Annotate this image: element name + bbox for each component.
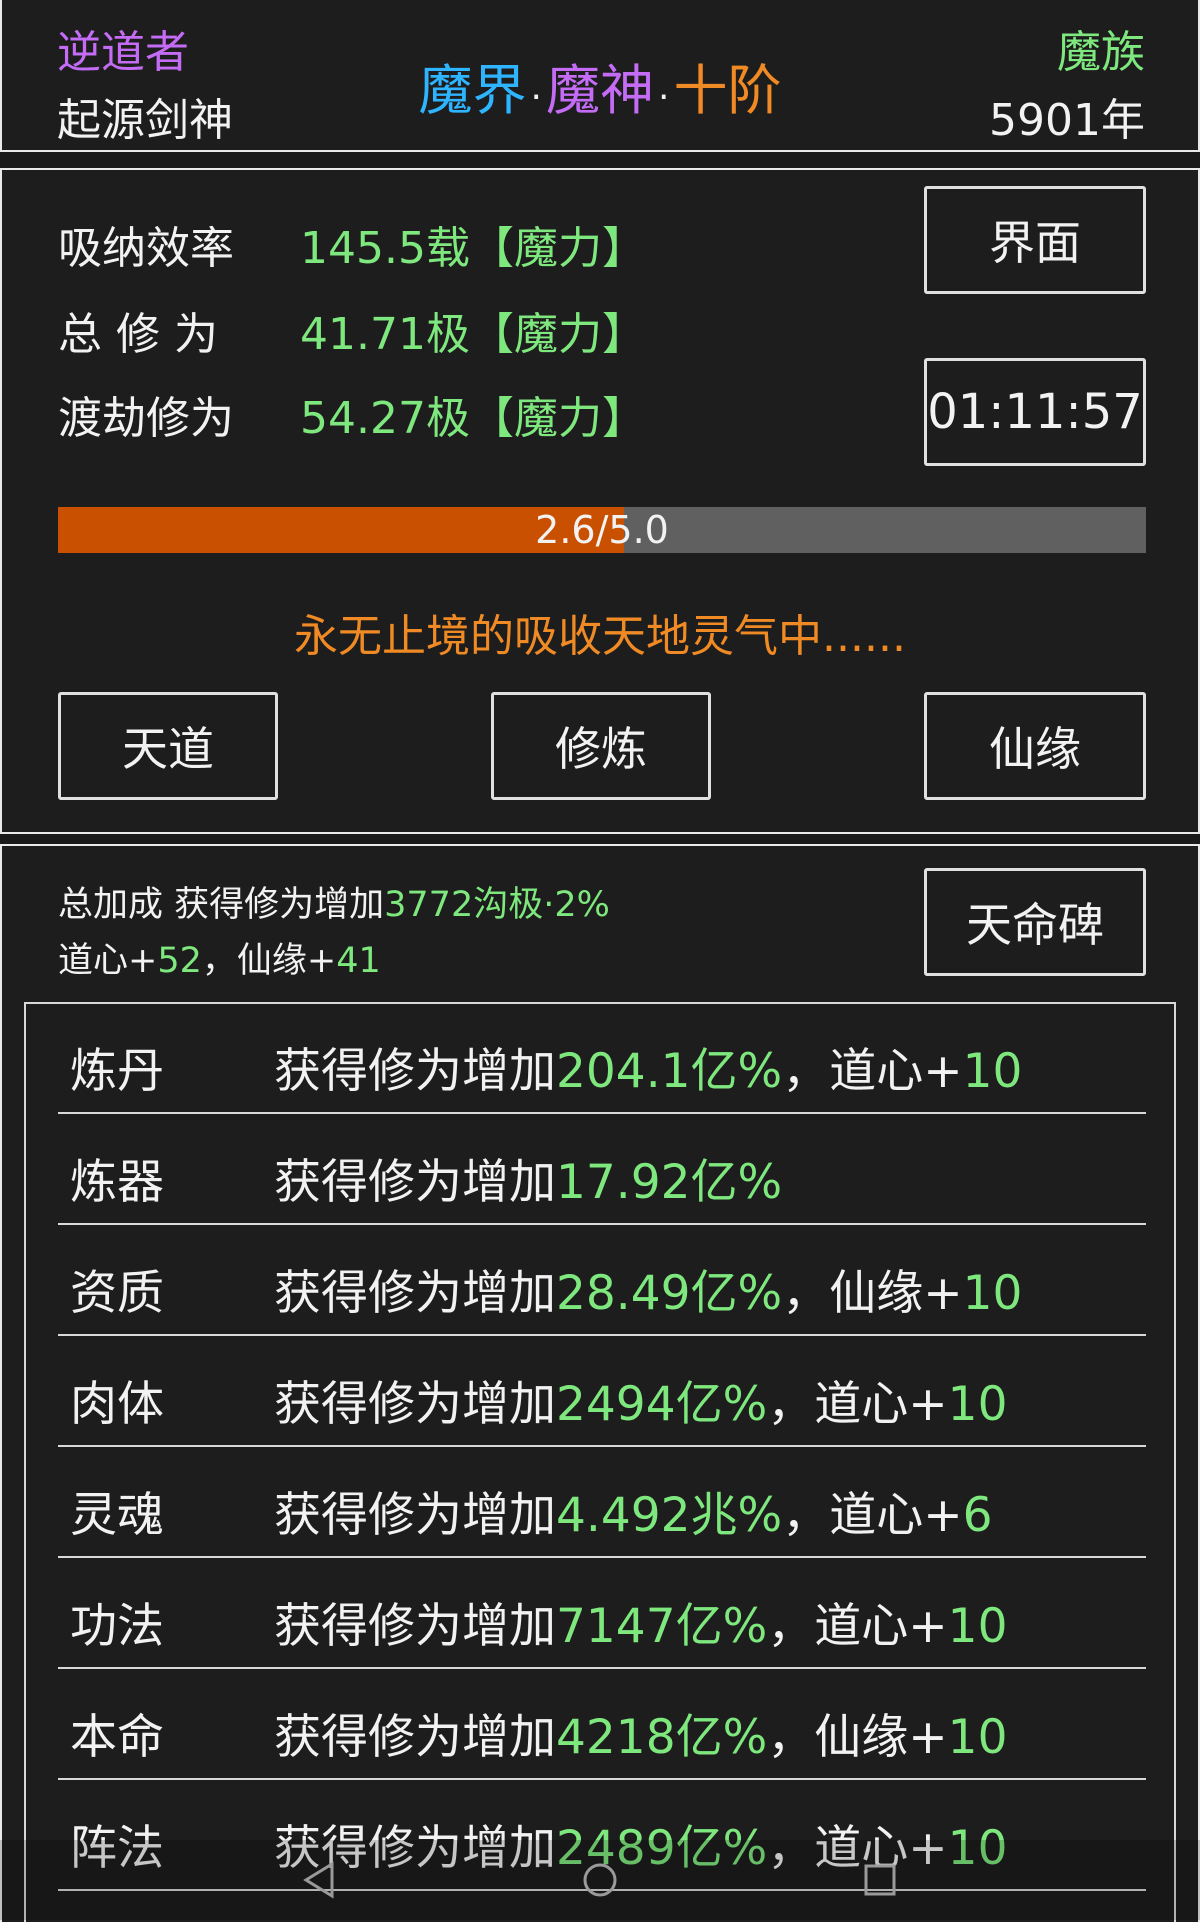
stat-value: 41.71极【魔力】 <box>300 309 646 360</box>
row-name: 炼器 <box>70 1155 164 1210</box>
cultivation-panel: 吸纳效率 145.5载【魔力】 总 修 为 41.71极【魔力】 渡劫修为 54.27… <box>0 168 1200 834</box>
row-extra-value: 10 <box>962 1044 1023 1099</box>
row-extra-label: 道心+ <box>829 1488 963 1543</box>
realm-stage: 十阶 <box>673 59 782 122</box>
table-row: 功法 获得修为增加7147亿%，道心+10 <box>58 1559 1146 1669</box>
row-comma: ， <box>767 1599 815 1654</box>
row-description: 获得修为增加28.49亿%，仙缘+10 <box>274 1254 1022 1323</box>
bonus-comma: ， <box>201 941 237 981</box>
row-description: 获得修为增加17.92亿% <box>274 1143 782 1212</box>
table-row: 炼丹 获得修为增加204.1亿%，道心+10 <box>58 1004 1146 1114</box>
table-row: 炼器 获得修为增加17.92亿% <box>58 1115 1146 1225</box>
bonus-panel: 总加成 获得修为增加3772沟极·2% 道心+52，仙缘+41 天命碑 炼丹 获… <box>0 844 1200 1922</box>
absorb-rate-row: 吸纳效率 145.5载【魔力】 <box>58 212 646 276</box>
daoxin-label: 道心+ <box>58 941 158 981</box>
row-desc-prefix: 获得修为增加 <box>274 1599 556 1654</box>
stat-value: 145.5载【魔力】 <box>300 223 646 274</box>
total-cultivation-row: 总 修 为 41.71极【魔力】 <box>58 298 646 362</box>
table-row: 资质 获得修为增加28.49亿%，仙缘+10 <box>58 1226 1146 1336</box>
row-value: 4218亿% <box>556 1710 768 1765</box>
row-extra-label: 道心+ <box>814 1377 948 1432</box>
progress-text: 2.6/5.0 <box>535 508 669 552</box>
row-extra-value: 10 <box>947 1599 1008 1654</box>
stat-label: 渡劫修为 <box>58 393 234 444</box>
row-extra-label: 道心+ <box>829 1044 963 1099</box>
row-desc-prefix: 获得修为增加 <box>274 1155 556 1210</box>
row-description: 获得修为增加7147亿%，道心+10 <box>274 1587 1007 1656</box>
table-row: 肉体 获得修为增加2494亿%，道心+10 <box>58 1337 1146 1447</box>
row-extra-value: 10 <box>947 1377 1008 1432</box>
row-desc-prefix: 获得修为增加 <box>274 1044 556 1099</box>
header-panel: 逆道者 起源剑神 魔界 ·魔神 ·十阶 魔族 5901年 <box>0 0 1200 152</box>
stat-label: 总 修 为 <box>58 309 218 360</box>
row-extra-label: 道心+ <box>814 1599 948 1654</box>
row-comma: ， <box>782 1044 830 1099</box>
total-bonus-value: 3772沟极·2% <box>384 885 610 925</box>
realm-world: 魔界 <box>418 59 527 122</box>
row-comma: ， <box>767 1710 815 1765</box>
timer-button[interactable]: 01:11:57 <box>924 358 1146 466</box>
row-desc-prefix: 获得修为增加 <box>274 1488 556 1543</box>
row-desc-prefix: 获得修为增加 <box>274 1266 556 1321</box>
row-name: 灵魂 <box>70 1488 164 1543</box>
row-comma: ， <box>782 1488 830 1543</box>
row-extra-value: 10 <box>947 1710 1008 1765</box>
xianyuan-value: 41 <box>336 941 381 981</box>
realm-rank: 魔神 <box>546 59 654 122</box>
bonus-table: 炼丹 获得修为增加204.1亿%，道心+10 炼器 获得修为增加17.92亿% … <box>24 1002 1176 1922</box>
tribulation-cultivation-row: 渡劫修为 54.27极【魔力】 <box>58 382 646 446</box>
bonus-attributes-line: 道心+52，仙缘+41 <box>58 932 381 983</box>
stat-value: 54.27极【魔力】 <box>300 393 646 444</box>
row-name: 炼丹 <box>70 1044 164 1099</box>
recents-icon[interactable] <box>858 1858 902 1902</box>
total-bonus-prefix: 总加成 获得修为增加 <box>58 885 385 925</box>
row-value: 28.49亿% <box>556 1266 783 1321</box>
row-description: 获得修为增加4.492兆%，道心+6 <box>274 1476 993 1545</box>
row-desc-prefix: 获得修为增加 <box>274 1710 556 1765</box>
immortal-fate-button[interactable]: 仙缘 <box>924 692 1146 800</box>
daoxin-value: 52 <box>157 941 202 981</box>
home-icon[interactable] <box>578 1858 622 1902</box>
tribulation-progress-bar: 2.6/5.0 <box>58 507 1146 553</box>
table-row: 本命 获得修为增加4218亿%，仙缘+10 <box>58 1670 1146 1780</box>
back-icon[interactable] <box>298 1858 342 1902</box>
row-value: 4.492兆% <box>556 1488 783 1543</box>
row-extra-label: 仙缘+ <box>814 1710 948 1765</box>
total-bonus-line: 总加成 获得修为增加3772沟极·2% <box>58 876 610 927</box>
row-desc-prefix: 获得修为增加 <box>274 1377 556 1432</box>
heavenly-dao-button[interactable]: 天道 <box>58 692 278 800</box>
row-comma: ， <box>767 1377 815 1432</box>
row-extra-value: 10 <box>962 1266 1023 1321</box>
destiny-stele-button[interactable]: 天命碑 <box>924 868 1146 976</box>
race-label: 魔族 <box>1057 27 1145 78</box>
row-name: 资质 <box>70 1266 164 1321</box>
xianyuan-label: 仙缘+ <box>236 941 337 981</box>
row-description: 获得修为增加4218亿%，仙缘+10 <box>274 1698 1007 1767</box>
status-message: 永无止境的吸收天地灵气中...... <box>294 611 906 662</box>
row-comma: ， <box>782 1266 830 1321</box>
cultivate-button[interactable]: 修炼 <box>491 692 711 800</box>
row-extra-value: 6 <box>962 1488 993 1543</box>
row-name: 肉体 <box>70 1377 164 1432</box>
row-value: 204.1亿% <box>556 1044 783 1099</box>
row-extra-label: 仙缘+ <box>829 1266 963 1321</box>
stat-label: 吸纳效率 <box>58 223 234 274</box>
table-row: 灵魂 获得修为增加4.492兆%，道心+6 <box>58 1448 1146 1558</box>
row-value: 2494亿% <box>556 1377 768 1432</box>
realm-separator: · <box>658 77 670 118</box>
row-description: 获得修为增加2494亿%，道心+10 <box>274 1365 1007 1434</box>
row-name: 功法 <box>70 1599 164 1654</box>
age-label: 5901年 <box>989 95 1145 146</box>
row-name: 本命 <box>70 1710 164 1765</box>
row-value: 7147亿% <box>556 1599 768 1654</box>
row-value: 17.92亿% <box>556 1155 783 1210</box>
interface-button[interactable]: 界面 <box>924 186 1146 294</box>
system-navigation-bar <box>0 1840 1200 1920</box>
row-description: 获得修为增加204.1亿%，道心+10 <box>274 1032 1022 1101</box>
realm-separator: · <box>530 77 542 118</box>
